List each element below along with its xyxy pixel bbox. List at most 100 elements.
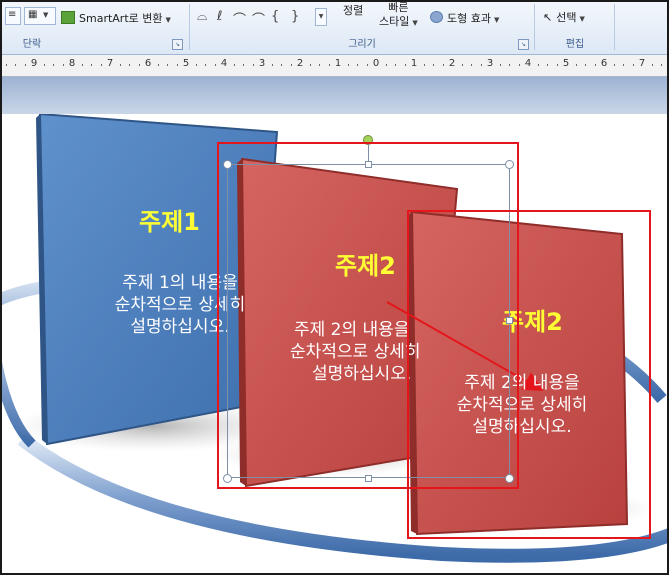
ruler-tick: [281, 64, 282, 66]
ruler-number: 6: [144, 58, 152, 69]
shape-effect-icon: [430, 11, 443, 23]
ruler-tick: [613, 64, 615, 66]
ruler-tick: [433, 64, 434, 66]
ruler-tick: [461, 64, 463, 66]
ruler-number: 6: [600, 58, 608, 69]
group-label-drawing: 그리기: [348, 39, 376, 50]
arc-shape-icon[interactable]: ⌒: [233, 9, 246, 28]
chevron-down-icon: ▼: [43, 11, 49, 19]
ruler-tick: [214, 64, 216, 66]
smartart-convert-button[interactable]: SmartArt로 변환 ▼: [61, 11, 171, 27]
ruler-number: 2: [448, 58, 456, 69]
ruler-number: 1: [334, 58, 342, 69]
ruler-tick: [243, 64, 244, 66]
ruler-tick: [594, 64, 596, 66]
select-button[interactable]: ↖ 선택 ▼: [543, 11, 585, 26]
ruler-tick: [366, 64, 368, 66]
quick-style-button[interactable]: 빠른 스타일 ▼: [379, 1, 418, 30]
group-separator: [614, 4, 615, 50]
columns-button[interactable]: ▦ ▼: [24, 7, 56, 25]
columns-icon: ▦: [28, 9, 38, 20]
ruler-tick: [347, 64, 349, 66]
chevron-down-icon: ▼: [412, 19, 418, 27]
smartart-icon: [61, 11, 75, 24]
horizontal-ruler[interactable]: 9 8 7 6 5 4 3 2 1 0 1 2 3 4 5 6 7: [2, 55, 667, 77]
ruler-number: 2: [296, 58, 304, 69]
ruler-tick: [661, 64, 662, 66]
card-1-title: 주제1: [139, 208, 200, 236]
chevron-down-icon: ▼: [579, 15, 585, 23]
ruler-tick: [53, 64, 54, 66]
shape-effect-label: 도형 효과: [447, 12, 491, 25]
ruler-tick: [442, 64, 444, 66]
ruler-tick: [623, 64, 624, 66]
quick-style-label-line2: 스타일 ▼: [379, 15, 418, 28]
ruler-tick: [499, 64, 501, 66]
ruler-tick: [309, 64, 311, 66]
ruler-tick: [62, 64, 64, 66]
ruler-number: 0: [372, 58, 380, 69]
ruler-tick: [518, 64, 520, 66]
oval-shape-icon[interactable]: ⌓: [197, 9, 207, 24]
chevron-down-icon: ▼: [165, 16, 171, 24]
workspace-background: [2, 77, 667, 114]
group-label-editing: 편집: [565, 39, 585, 50]
highlight-box-moved: [407, 210, 651, 539]
ruler-number: 7: [106, 58, 114, 69]
ruler-tick: [480, 64, 482, 66]
ruler-tick: [271, 64, 273, 66]
ruler-tick: [319, 64, 320, 66]
ruler-tick: [395, 64, 396, 66]
ruler-ticks: 9 8 7 6 5 4 3 2 1 0 1 2 3 4 5 6 7: [2, 55, 667, 76]
shape-effect-button[interactable]: 도형 효과 ▼: [430, 11, 499, 27]
arrange-button[interactable]: 정렬: [343, 4, 363, 18]
ruler-tick: [119, 64, 121, 66]
shape-gallery[interactable]: ⌓ ℓ ⌒ ⌒ { } ▼: [195, 5, 327, 28]
ruler-tick: [138, 64, 140, 66]
ruler-tick: [24, 64, 26, 66]
ruler-tick: [157, 64, 159, 66]
app-window: ≡ ▦ ▼ SmartArt로 변환 ▼ 단락 ↘ ⌓ ℓ ⌒ ⌒ { } ▼ 정…: [0, 0, 669, 575]
chevron-down-icon: ▼: [493, 16, 500, 24]
ruler-tick: [632, 64, 634, 66]
ruler-number: 9: [30, 58, 38, 69]
ruler-tick: [509, 64, 510, 66]
ruler-tick: [81, 64, 83, 66]
ribbon: ≡ ▦ ▼ SmartArt로 변환 ▼ 단락 ↘ ⌓ ℓ ⌒ ⌒ { } ▼ 정…: [2, 2, 667, 55]
ruler-tick: [471, 64, 472, 66]
ruler-number: 4: [220, 58, 228, 69]
ruler-number: 5: [182, 58, 190, 69]
group-label-paragraph: 단락: [22, 39, 42, 50]
ruler-number: 8: [68, 58, 76, 69]
squiggle-shape-icon[interactable]: ℓ: [217, 9, 222, 24]
ruler-tick: [556, 64, 558, 66]
quick-style-label-line1: 빠른: [388, 1, 409, 14]
ruler-tick: [252, 64, 254, 66]
left-brace-shape-icon[interactable]: {: [271, 9, 279, 24]
ruler-tick: [575, 64, 577, 66]
ruler-tick: [537, 64, 539, 66]
shape-gallery-more-button[interactable]: ▼: [315, 8, 327, 26]
smartart-convert-label: SmartArt로 변환: [79, 12, 163, 25]
ruler-tick: [233, 64, 235, 66]
drawing-dialog-launcher[interactable]: ↘: [518, 39, 529, 50]
ruler-tick: [100, 64, 102, 66]
ruler-number: 3: [486, 58, 494, 69]
curve-shape-icon[interactable]: ⌒: [252, 9, 265, 28]
group-separator: [189, 4, 190, 50]
ruler-number: 7: [638, 58, 646, 69]
ruler-tick: [385, 64, 387, 66]
slide-canvas[interactable]: 주제1 주제 1의 내용을 순차적으로 상세히 설명하십시오. 주제2 주제 2…: [2, 114, 667, 573]
right-brace-shape-icon[interactable]: }: [291, 9, 299, 24]
ruler-tick: [651, 64, 653, 66]
ruler-tick: [423, 64, 425, 66]
ruler-tick: [129, 64, 130, 66]
select-label: 선택: [556, 11, 577, 24]
ruler-tick: [176, 64, 178, 66]
paragraph-dialog-launcher[interactable]: ↘: [172, 39, 183, 50]
ruler-number: 1: [410, 58, 418, 69]
ruler-tick: [585, 64, 586, 66]
cursor-arrow-icon: ↖: [543, 11, 553, 24]
ruler-number: 4: [524, 58, 532, 69]
line-spacing-button[interactable]: ≡: [5, 7, 21, 25]
